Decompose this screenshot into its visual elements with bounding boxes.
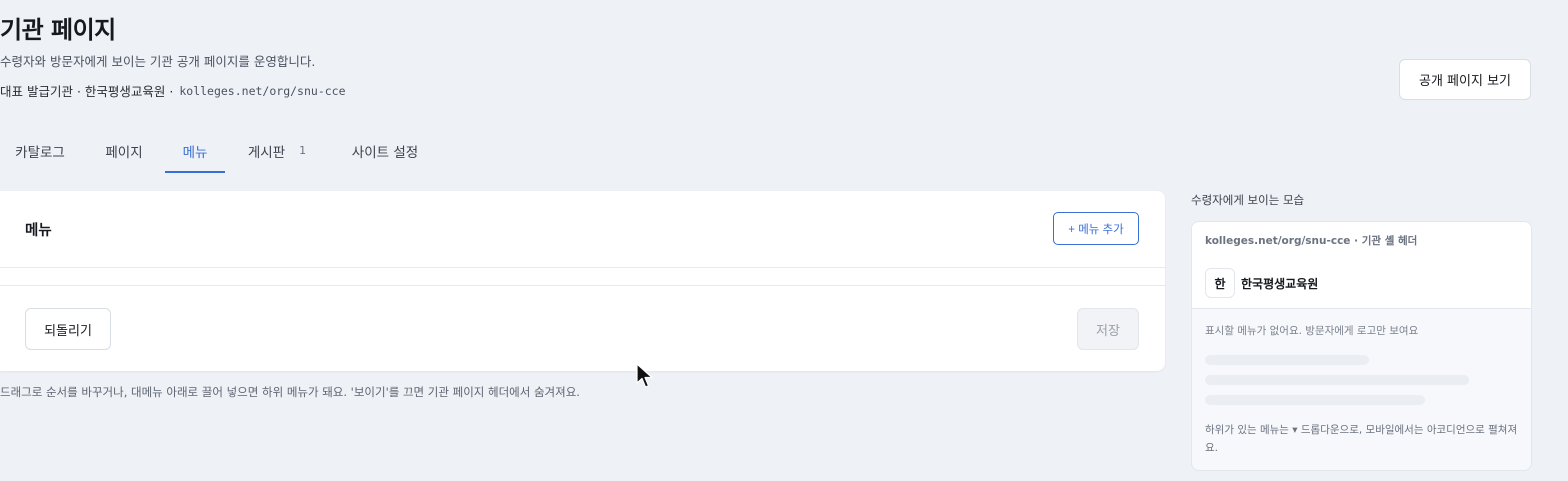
preview-org-name: 한국평생교육원	[1241, 277, 1319, 291]
page-subtitle: 수령자와 방문자에게 보이는 기관 공개 페이지를 운영합니다.	[0, 54, 316, 69]
tab-site-settings[interactable]: 사이트 설정	[336, 128, 434, 173]
add-menu-button[interactable]: + 메뉴 추가	[1053, 212, 1139, 245]
org-meta-label: 대표 발급기관 · 한국평생교육원 ·	[0, 84, 174, 99]
tab-bar: 카탈로그 페이지 메뉴 게시판 1 사이트 설정	[0, 128, 440, 173]
preview-header: kolleges.net/org/snu-cce · 기관 셸 헤더 한 한국평…	[1192, 222, 1531, 309]
menu-card-title: 메뉴	[25, 223, 52, 239]
tab-count-badge: 1	[299, 144, 307, 157]
divider	[0, 285, 1165, 286]
view-public-page-button[interactable]: 공개 페이지 보기	[1399, 59, 1531, 100]
page: 기관 페이지 수령자와 방문자에게 보이는 기관 공개 페이지를 운영합니다. …	[0, 0, 1568, 481]
mouse-cursor-icon	[636, 363, 653, 388]
skeleton-line	[1205, 395, 1425, 405]
skeleton-line	[1205, 355, 1369, 365]
tab-board[interactable]: 게시판 1	[231, 128, 323, 173]
preview-empty-message: 표시할 메뉴가 없어요. 방문자에게 로고만 보여요	[1205, 325, 1419, 337]
preview-label: 수령자에게 보이는 모습	[1191, 193, 1305, 207]
header-preview-panel: kolleges.net/org/snu-cce · 기관 셸 헤더 한 한국평…	[1191, 221, 1532, 471]
preview-url: kolleges.net/org/snu-cce · 기관 셸 헤더	[1205, 235, 1418, 247]
menu-hint-text: 드래그로 순서를 바꾸거나, 대메뉴 아래로 끌어 넣으면 하위 메뉴가 돼요.…	[0, 385, 580, 399]
revert-button[interactable]: 되돌리기	[25, 308, 111, 350]
org-url: kolleges.net/org/snu-cce	[179, 83, 346, 98]
org-meta: 대표 발급기관 · 한국평생교육원 · kolleges.net/org/snu…	[0, 81, 346, 100]
tab-label: 페이지	[105, 144, 143, 161]
org-logo-icon: 한	[1205, 268, 1235, 298]
tab-catalog[interactable]: 카탈로그	[0, 128, 80, 173]
tab-label: 메뉴	[182, 144, 208, 161]
tab-label: 카탈로그	[15, 144, 65, 161]
menu-editor-card: 메뉴 + 메뉴 추가 되돌리기 저장	[0, 191, 1165, 371]
tab-label: 사이트 설정	[351, 144, 419, 161]
divider	[0, 267, 1165, 268]
tab-menu[interactable]: 메뉴	[165, 128, 225, 173]
tab-pages[interactable]: 페이지	[84, 128, 164, 173]
page-title: 기관 페이지	[0, 16, 116, 44]
save-button[interactable]: 저장	[1077, 308, 1139, 350]
tab-label: 게시판	[247, 144, 286, 161]
preview-footer-note: 하위가 있는 메뉴는 ▾ 드롭다운으로, 모바일에서는 아코디언으로 펼쳐져요.	[1205, 424, 1518, 454]
skeleton-line	[1205, 375, 1469, 385]
